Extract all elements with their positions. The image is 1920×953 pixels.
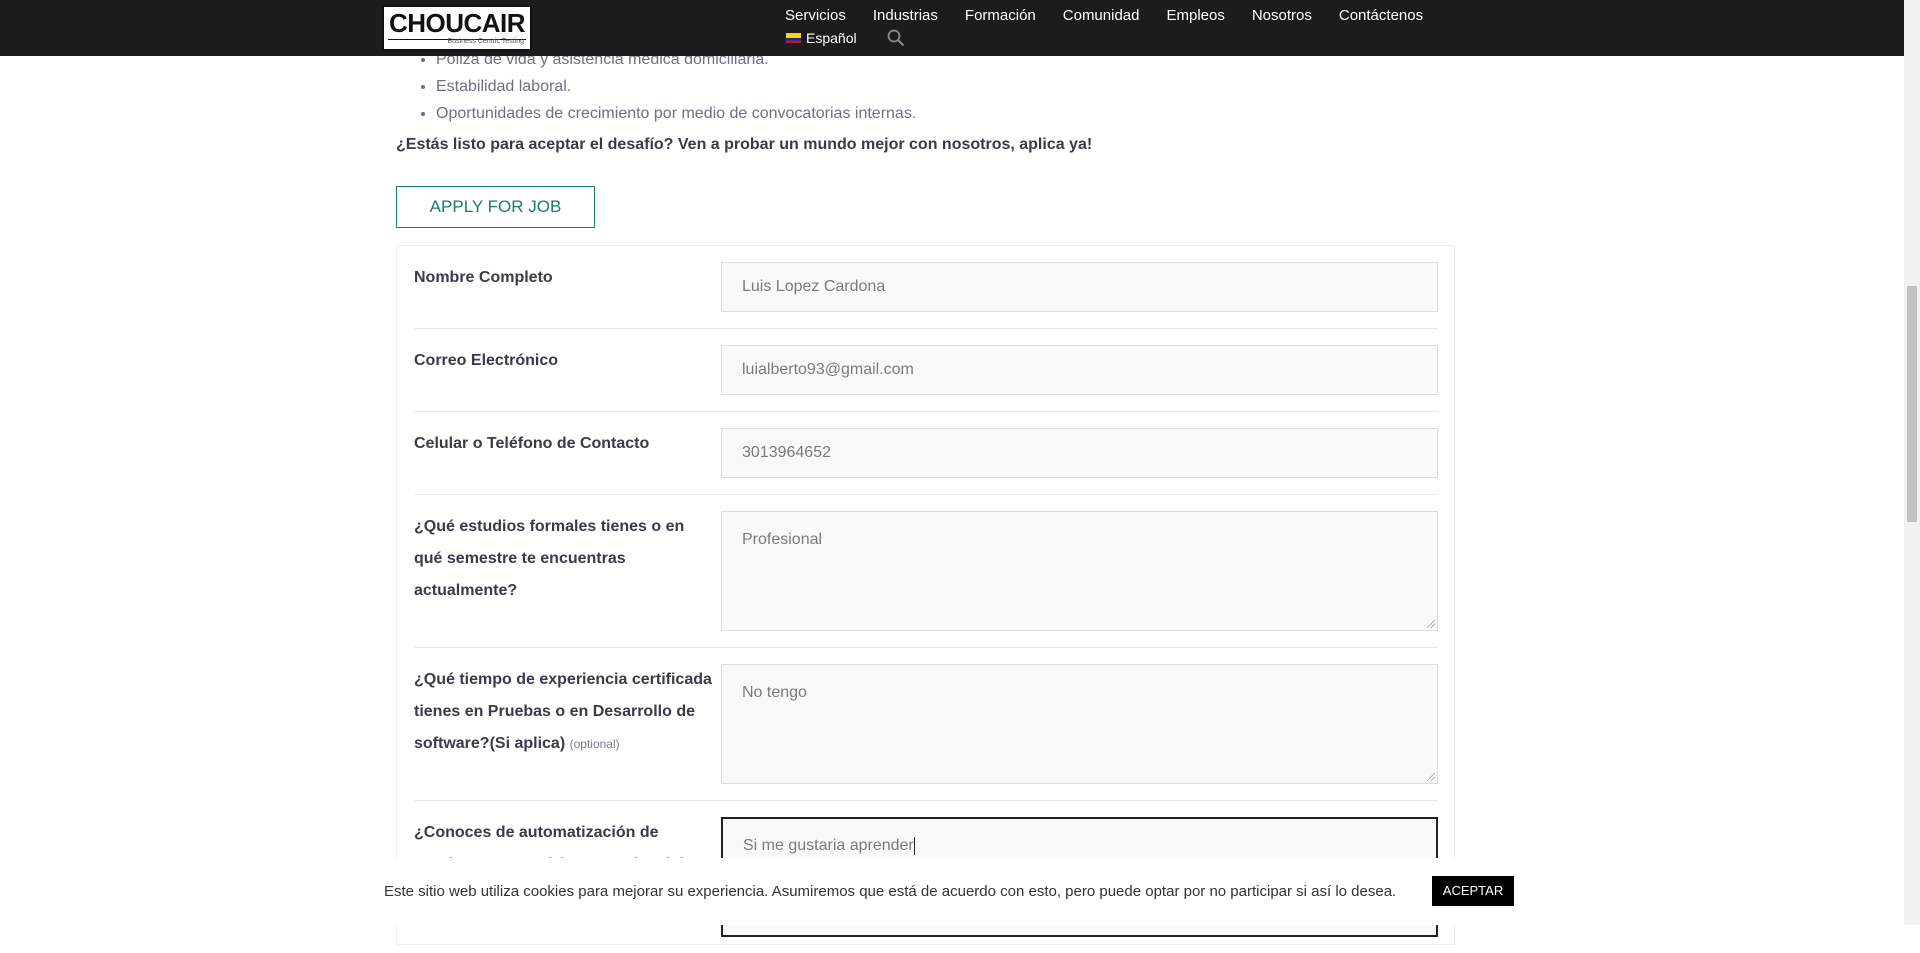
search-icon[interactable]	[887, 29, 905, 47]
phone-label: Celular o Teléfono de Contacto	[414, 435, 650, 452]
nav-contactenos[interactable]: Contáctenos	[1339, 7, 1423, 25]
studies-textarea[interactable]: Profesional	[721, 511, 1438, 631]
resize-handle-icon[interactable]	[1427, 773, 1435, 781]
text-cursor	[913, 836, 915, 855]
studies-value: Profesional	[742, 531, 823, 548]
nav-servicios[interactable]: Servicios	[785, 7, 846, 25]
benefits-list: Póliza de vida y asistencia médica domic…	[396, 46, 916, 127]
cookie-banner: Este sitio web utiliza cookies para mejo…	[0, 858, 1904, 925]
main-nav: Servicios Industrias Formación Comunidad…	[785, 7, 1423, 25]
nav-empleos[interactable]: Empleos	[1166, 7, 1224, 25]
full-name-input[interactable]: Luis Lopez Cardona	[721, 262, 1438, 312]
choucair-logo[interactable]: CHOUCAIR Business Centric Testing	[382, 5, 532, 51]
nav-industrias[interactable]: Industrias	[873, 7, 938, 25]
form-row-email: Correo Electrónico luialberto93@gmail.co…	[414, 345, 1438, 412]
list-item: Estabilidad laboral.	[436, 73, 916, 100]
phone-input[interactable]: 3013964652	[721, 428, 1438, 478]
page-scrollbar[interactable]	[1904, 0, 1920, 925]
experience-textarea[interactable]: No tengo	[721, 664, 1438, 784]
resize-handle-icon[interactable]	[1427, 620, 1435, 628]
colombia-flag-icon	[786, 33, 801, 43]
form-row-full-name: Nombre Completo Luis Lopez Cardona	[414, 262, 1438, 329]
logo-text: CHOUCAIR	[388, 8, 526, 38]
automation-value: Si me gustaria aprender	[743, 837, 914, 854]
form-row-experience: ¿Qué tiempo de experiencia certificada t…	[414, 664, 1438, 801]
experience-label: ¿Qué tiempo de experiencia certificada t…	[414, 664, 714, 760]
scrollbar-thumb[interactable]	[1907, 286, 1917, 522]
cta-text: ¿Estás listo para aceptar el desafío? Ve…	[396, 136, 1093, 153]
experience-label-text: ¿Qué tiempo de experiencia certificada t…	[414, 671, 712, 752]
form-row-phone: Celular o Teléfono de Contacto 301396465…	[414, 428, 1438, 495]
nav-formacion[interactable]: Formación	[965, 7, 1036, 25]
accept-cookies-button[interactable]: ACEPTAR	[1432, 876, 1514, 906]
language-label: Español	[806, 30, 857, 46]
apply-for-job-button[interactable]: APPLY FOR JOB	[396, 186, 595, 228]
studies-label: ¿Qué estudios formales tienes o en qué s…	[414, 518, 685, 599]
email-field[interactable]: luialberto93@gmail.com	[721, 345, 1438, 395]
full-name-label: Nombre Completo	[414, 269, 553, 286]
nav-nosotros[interactable]: Nosotros	[1252, 7, 1312, 25]
list-item: Oportunidades de crecimiento por medio d…	[436, 100, 916, 127]
nav-comunidad[interactable]: Comunidad	[1063, 7, 1140, 25]
email-label: Correo Electrónico	[414, 352, 559, 369]
application-form: Nombre Completo Luis Lopez Cardona Corre…	[396, 245, 1455, 945]
top-navbar: CHOUCAIR Business Centric Testing Servic…	[0, 0, 1904, 56]
logo-tagline: Business Centric Testing	[447, 38, 524, 45]
cookie-text: Este sitio web utiliza cookies para mejo…	[384, 883, 1397, 900]
experience-value: No tengo	[742, 684, 807, 701]
optional-tag: (optional)	[569, 737, 620, 751]
form-row-studies: ¿Qué estudios formales tienes o en qué s…	[414, 511, 1438, 648]
language-selector[interactable]: Español	[786, 30, 857, 46]
